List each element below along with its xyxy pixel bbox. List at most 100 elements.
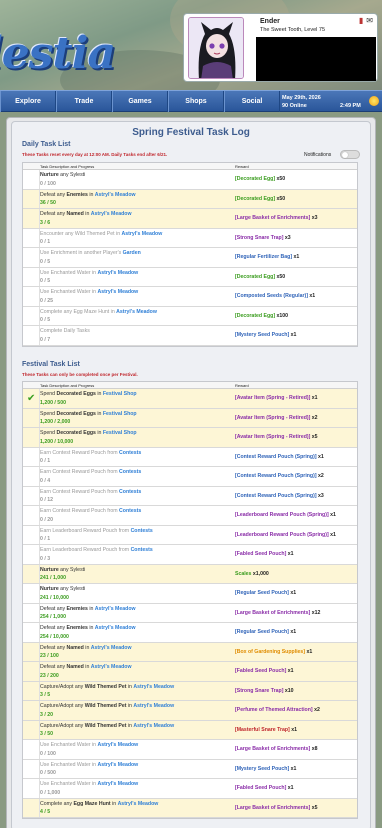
mail-icon[interactable]: ✉	[366, 16, 373, 25]
task-keyword: Named	[66, 664, 84, 670]
location-link[interactable]: Astryl's Meadow	[97, 289, 138, 295]
task-progress: 3 / 6	[40, 219, 51, 226]
task-description: Nurture any Sylesti	[40, 567, 85, 573]
reward-item-link[interactable]: [Contest Reward Pouch (Spring)]	[235, 454, 317, 460]
location-link[interactable]: Astryl's Meadow	[91, 664, 132, 670]
task-reward: [Leaderboard Reward Pouch (Spring)] x1	[235, 512, 336, 518]
task-reward: [Mystery Seed Pouch] x1	[235, 766, 296, 772]
location-link[interactable]: Contests	[119, 469, 141, 475]
location-link[interactable]: Astryl's Meadow	[97, 270, 138, 276]
location-link[interactable]: Astryl's Meadow	[91, 211, 132, 217]
reward-item-link[interactable]: [Fabled Seed Pouch]	[235, 668, 286, 674]
reward-item-link[interactable]: [Perfume of Themed Attraction]	[235, 707, 313, 713]
location-link[interactable]: Astryl's Meadow	[133, 703, 174, 709]
site-logo[interactable]: lestia	[0, 28, 116, 79]
location-link[interactable]: Contests	[119, 508, 141, 514]
location-link[interactable]: Astryl's Meadow	[97, 781, 138, 787]
task-verb: Earn	[40, 488, 53, 495]
avatar[interactable]	[188, 17, 244, 79]
location-link[interactable]: Festival Shop	[103, 391, 137, 397]
nav-social[interactable]: Social	[224, 91, 280, 112]
reward-item-link[interactable]: [Strong Snare Trap]	[235, 688, 283, 694]
location-link[interactable]: Astryl's Meadow	[95, 625, 136, 631]
reward-item-link[interactable]: [Regular Fertilizer Bag]	[235, 254, 292, 260]
nav-trade[interactable]: Trade	[56, 91, 112, 112]
reward-item-link[interactable]: [Decorated Egg]	[235, 196, 275, 202]
task-keyword: Enchanted Water	[50, 742, 91, 748]
date-time-box: May 29th, 2026 90 Online 2:49 PM	[278, 92, 368, 111]
task-row: Capture/Adopt any Wild Themed Pet in Ast…	[23, 720, 357, 740]
location-link[interactable]: Astryl's Meadow	[91, 645, 132, 651]
reward-item-link[interactable]: [Composted Seeds (Regular)]	[235, 293, 308, 299]
task-progress: 0 / 25	[40, 297, 53, 304]
location-link[interactable]: Festival Shop	[103, 430, 137, 436]
reward-item-link[interactable]: Scales	[235, 571, 251, 577]
reward-item-link[interactable]: [Mystery Seed Pouch]	[235, 332, 289, 338]
reward-item-link[interactable]: [Fabled Seed Pouch]	[235, 785, 286, 791]
redacted-area	[256, 37, 376, 81]
nav-shops[interactable]: Shops	[168, 91, 224, 112]
location-link[interactable]: Festival Shop	[103, 411, 137, 417]
location-link[interactable]: Garden	[123, 250, 141, 256]
reward-item-link[interactable]: [Avatar Item (Spring - Retired)]	[235, 415, 310, 421]
location-link[interactable]: Contests	[131, 528, 153, 534]
reward-item-link[interactable]: [Contest Reward Pouch (Spring)]	[235, 493, 317, 499]
location-link[interactable]: Contests	[131, 547, 153, 553]
nav-explore[interactable]: Explore	[0, 91, 56, 112]
reward-item-link[interactable]: [Strong Snare Trap]	[235, 235, 283, 241]
notifications-toggle[interactable]	[340, 150, 360, 159]
location-link[interactable]: Astryl's Meadow	[95, 192, 136, 198]
task-progress: 0 / 1	[40, 536, 51, 542]
current-time: 2:49 PM	[340, 103, 361, 109]
reward-item-link[interactable]: [Leaderboard Reward Pouch (Spring)]	[235, 532, 329, 538]
task-row: Spend Decorated Eggs in Festival Shop 1,2…	[23, 408, 357, 428]
task-progress: 0 / 4	[40, 477, 51, 484]
reward-quantity: x2	[312, 707, 320, 714]
bookmark-icon[interactable]: ▮	[359, 16, 363, 25]
col-desc-header: Task Description and Progress	[40, 164, 95, 169]
reward-item-link[interactable]: [Fabled Seed Pouch]	[235, 551, 286, 557]
reward-item-link[interactable]: [Avatar Item (Spring - Retired)]	[235, 434, 310, 440]
reward-item-link[interactable]: [Decorated Egg]	[235, 176, 275, 182]
reward-item-link[interactable]: [Decorated Egg]	[235, 313, 275, 319]
task-verb: Capture/Adopt any	[40, 722, 85, 729]
location-link[interactable]: Contests	[119, 450, 141, 456]
reward-item-link[interactable]: [Leaderboard Reward Pouch (Spring)]	[235, 512, 329, 518]
location-link[interactable]: Astryl's Meadow	[95, 606, 136, 612]
reward-item-link[interactable]: [Regular Seed Pouch]	[235, 590, 289, 596]
location-link[interactable]: Contests	[119, 489, 141, 495]
online-count[interactable]: 90 Online	[282, 103, 307, 109]
reward-item-link[interactable]: [Decorated Egg]	[235, 274, 275, 280]
location-link[interactable]: Astryl's Meadow	[133, 723, 174, 729]
task-verb: Defeat any	[40, 644, 67, 651]
location-link[interactable]: Astryl's Meadow	[116, 309, 157, 315]
location-link[interactable]: Astryl's Meadow	[97, 742, 138, 748]
reward-item-link[interactable]: [Large Basket of Enrichments]	[235, 805, 310, 811]
task-row: Earn Leaderboard Reward Pouch from Conte…	[23, 525, 357, 545]
player-name[interactable]: Ender	[260, 18, 280, 25]
task-verb: Defeat any	[40, 605, 67, 612]
reward-item-link[interactable]: [Mystery Seed Pouch]	[235, 766, 289, 772]
location-link[interactable]: Astryl's Meadow	[97, 762, 138, 768]
reward-item-link[interactable]: [Avatar Item (Spring - Retired)]	[235, 395, 310, 401]
location-link[interactable]: Astryl's Meadow	[122, 231, 163, 237]
task-verb: Use	[40, 269, 51, 276]
task-progress: 1,200 / 10,000	[40, 438, 74, 445]
col-desc-header: Task Description and Progress	[40, 383, 95, 388]
reward-item-link[interactable]: [Contest Reward Pouch (Spring)]	[235, 473, 317, 479]
reward-item-link[interactable]: [Large Basket of Enrichments]	[235, 215, 310, 221]
reward-item-link[interactable]: [Large Basket of Enrichments]	[235, 746, 310, 752]
task-verb: Defeat any	[40, 664, 67, 670]
task-row: Complete any Egg Maze Hunt in Astryl's M…	[23, 306, 357, 326]
task-progress: 23 / 100	[40, 653, 59, 659]
location-link[interactable]: Astryl's Meadow	[118, 801, 159, 807]
reward-item-link[interactable]: [Masterful Snare Trap]	[235, 727, 290, 733]
reward-quantity: x8	[310, 746, 318, 753]
reward-item-link[interactable]: [Regular Seed Pouch]	[235, 629, 289, 635]
reward-item-link[interactable]: [Box of Gardening Supplies]	[235, 649, 305, 655]
task-progress: 0 / 3	[40, 555, 51, 562]
sun-icon	[369, 96, 379, 106]
location-link[interactable]: Astryl's Meadow	[133, 684, 174, 690]
nav-games[interactable]: Games	[112, 91, 168, 112]
reward-item-link[interactable]: [Large Basket of Enrichments]	[235, 610, 310, 616]
